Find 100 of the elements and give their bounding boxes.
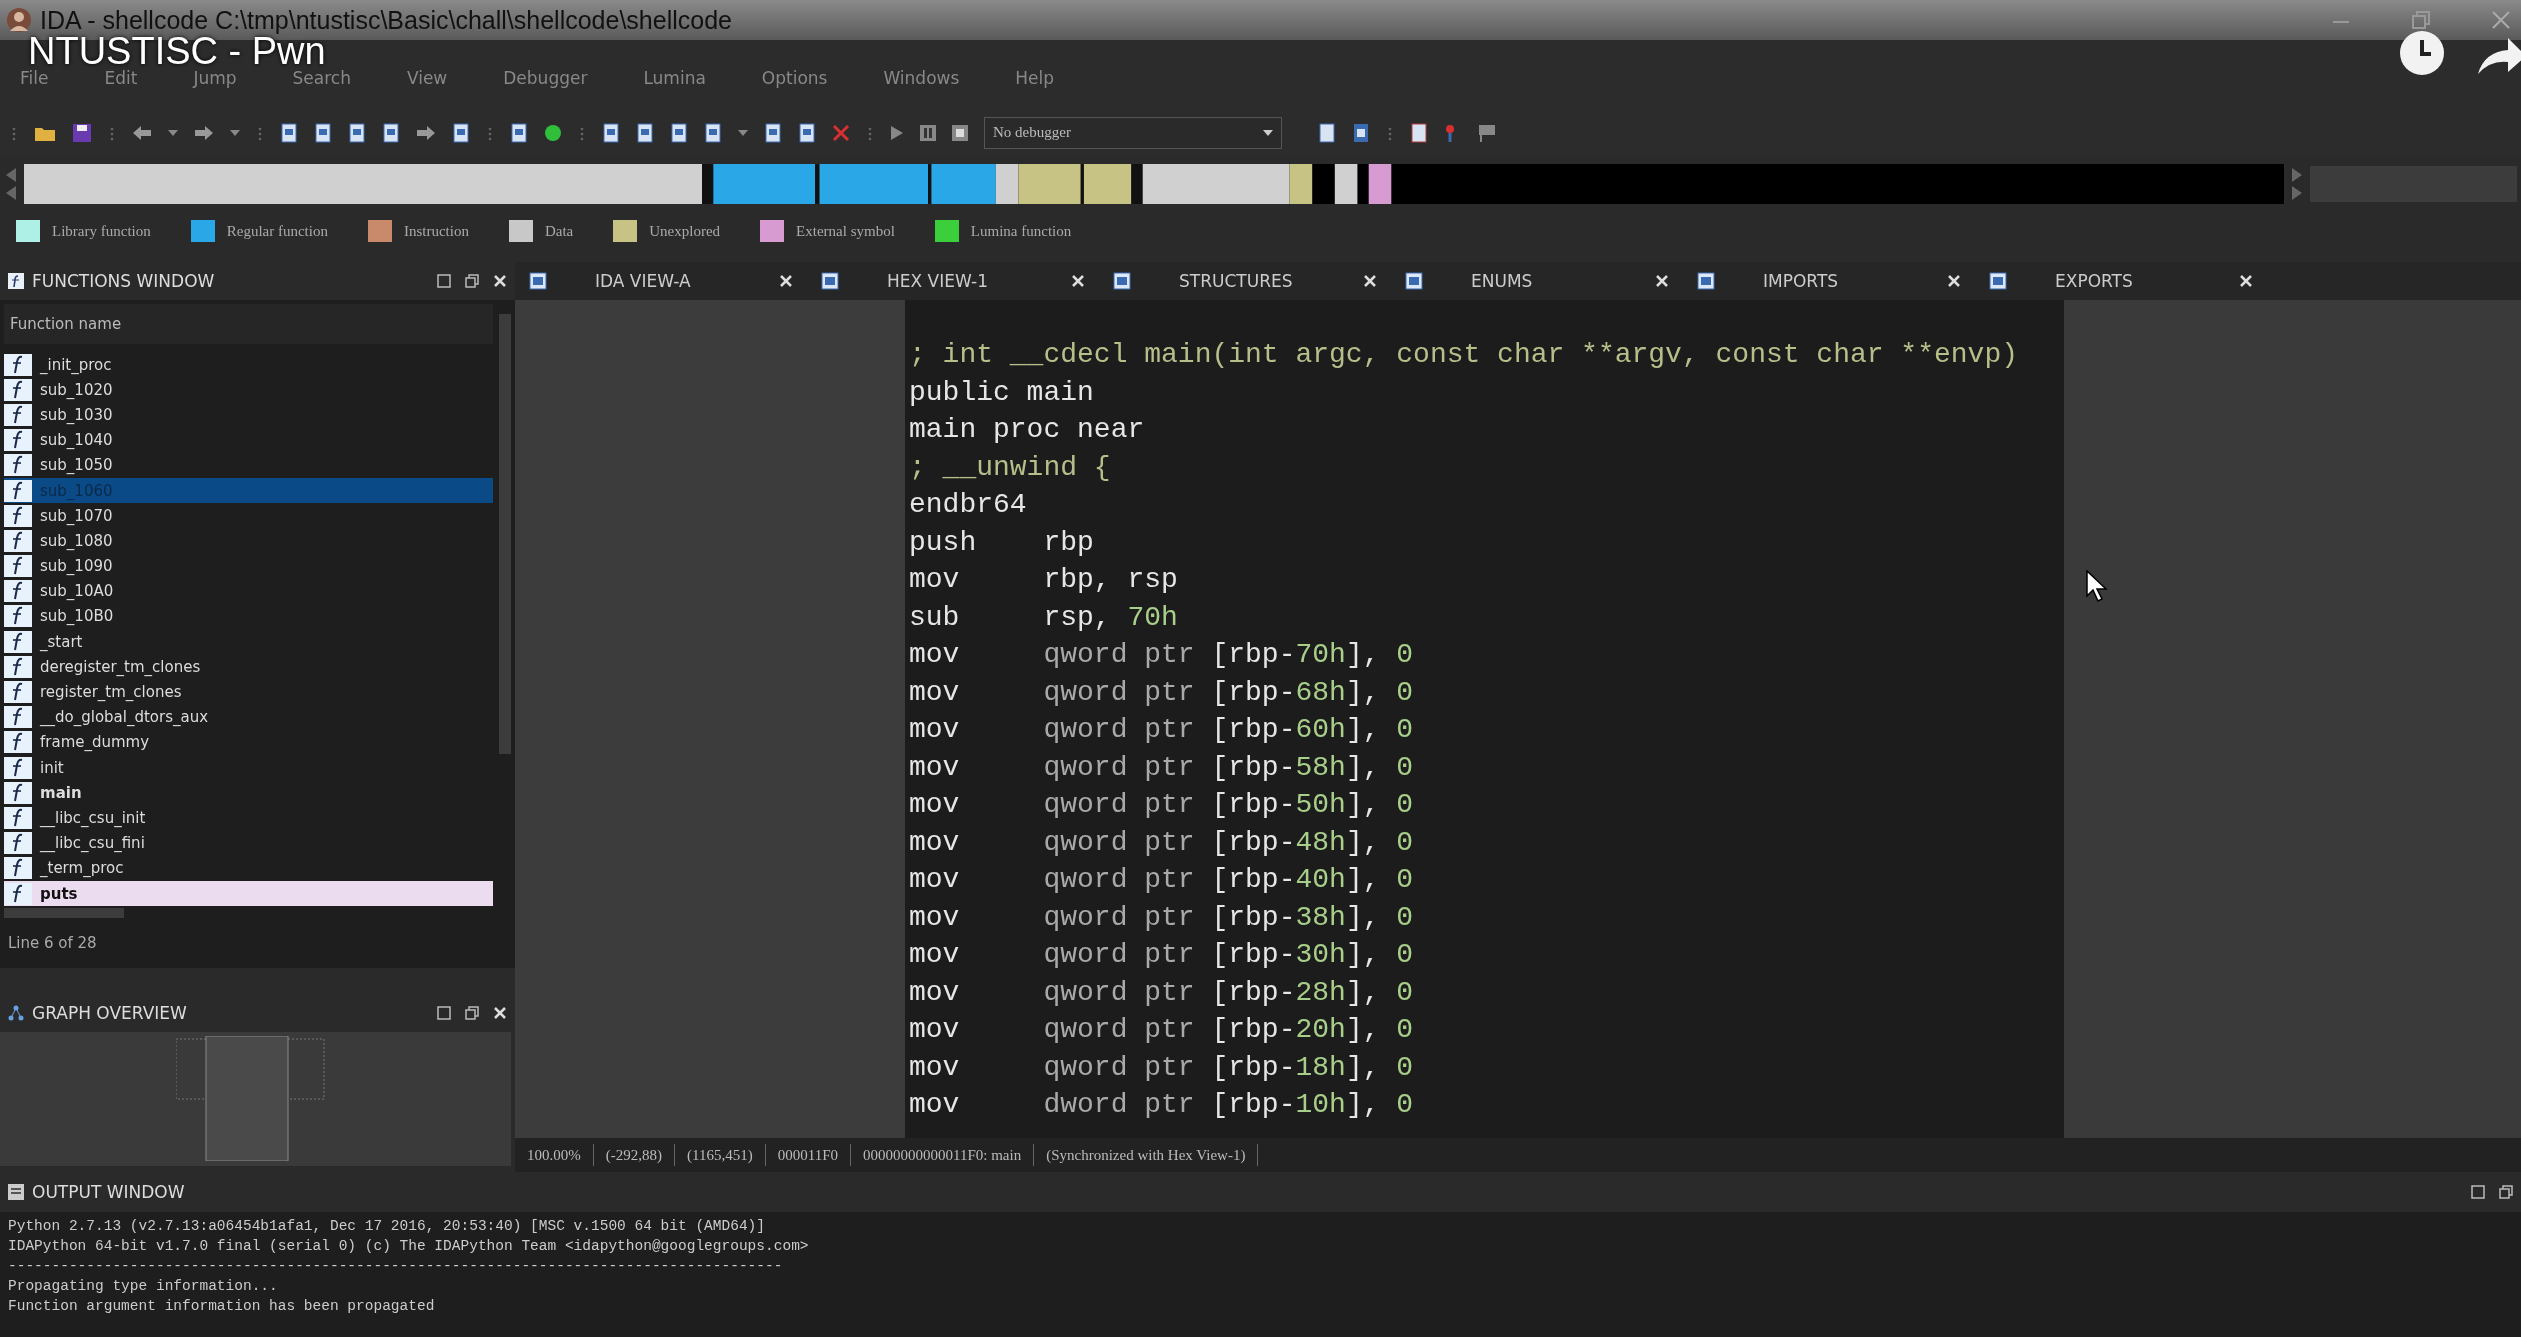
forward-arrow-icon[interactable] [194,124,214,141]
function-icon [4,504,32,527]
flag-icon[interactable] [1478,122,1498,143]
menu-item[interactable]: Help [1015,62,1055,88]
function-icon [4,681,32,704]
function-icon [8,273,24,289]
code-comment: ; int __cdecl main(int argc, const char **argv, const char **envp) [909,339,2018,371]
function-row[interactable]: sub_1080 [4,528,493,554]
instruction-mnemonic: mov [909,676,961,708]
function-icon [4,403,32,426]
save-icon[interactable] [72,122,92,143]
document-icon[interactable] [798,122,816,143]
menu-item[interactable]: Options [761,62,828,88]
instruction-mnemonic: mov [909,1089,961,1121]
instruction-operands: qword ptr [rbp-68h], 0 [1043,676,1414,708]
line-count: Line 6 of 28 [0,918,515,969]
scrollbar-thumb[interactable] [499,314,511,754]
maximize-icon[interactable] [437,1006,451,1021]
pause-icon[interactable] [920,124,936,141]
circle-icon[interactable] [544,123,562,142]
function-row[interactable]: __libc_csu_init [4,805,493,831]
function-row[interactable]: init [4,755,493,781]
menu-item[interactable]: Lumina [643,62,706,88]
instruction-mnemonic: mov [909,639,961,671]
function-row[interactable]: sub_10B0 [4,603,493,630]
instruction-operands: dword ptr [rbp-10h], 0 [1043,1089,1414,1121]
function-row[interactable]: deregister_tm_clones [4,654,493,680]
arrow-left-icon[interactable] [4,165,18,202]
function-row[interactable]: sub_1020 [4,377,493,403]
document-icon[interactable] [452,122,470,143]
status-field: 100.00% [515,1144,594,1166]
document-icon[interactable] [704,122,722,143]
debugger-select[interactable]: No debugger [984,116,1282,149]
document-icon[interactable] [602,122,620,143]
restore-icon[interactable] [465,1006,479,1021]
status-field: 000011F0 [765,1144,851,1166]
code-comment: ; __unwind { [909,451,1111,483]
function-icon [4,655,32,678]
document-icon[interactable] [314,122,332,143]
output-icon [8,1184,24,1200]
status-field: (Synchronized with Hex View-1) [1034,1144,1259,1166]
legend-label: Lumina function [970,222,1072,240]
function-row[interactable]: puts [4,880,493,907]
navigation-band-drawing[interactable] [24,163,2284,204]
instruction-operands: qword ptr [rbp-70h], 0 [1043,639,1414,671]
instruction-operands: qword ptr [rbp-28h], 0 [1043,976,1414,1008]
back-arrow-icon[interactable] [132,124,152,141]
function-icon [4,630,32,653]
function-row[interactable]: _init_proc [4,352,493,378]
tab-icon [1989,272,2007,290]
tab-icon [1113,272,1131,290]
scrollbar-thumb[interactable] [4,908,124,919]
panel-title: FUNCTIONS WINDOW [32,271,215,291]
function-row[interactable]: sub_10A0 [4,578,493,604]
menu-item[interactable]: View [406,62,448,88]
menu-item[interactable]: Windows [883,62,960,88]
forward-arrow-icon[interactable] [416,124,436,141]
function-row[interactable]: _term_proc [4,855,493,881]
function-row[interactable]: sub_1040 [4,427,493,453]
function-row[interactable]: frame_dummy [4,729,493,755]
function-row[interactable]: __libc_csu_fini [4,830,493,856]
function-row[interactable]: sub_1030 [4,402,493,428]
document-icon[interactable] [382,122,400,143]
stop-icon[interactable] [952,124,968,141]
function-row[interactable]: register_tm_clones [4,679,493,705]
share-icon[interactable] [2478,36,2521,76]
play-icon[interactable] [890,124,904,141]
document-icon[interactable] [670,122,688,143]
instruction-mnemonic: mov [909,939,961,971]
maximize-icon[interactable] [437,274,451,288]
tab-icon [1405,272,1423,290]
restore-icon[interactable] [2499,1185,2513,1199]
document-icon[interactable] [636,122,654,143]
caret-icon[interactable] [230,129,240,136]
document-icon[interactable] [764,122,782,143]
document-icon[interactable] [1318,122,1336,143]
arrow-right-icon[interactable] [2290,165,2304,202]
function-row[interactable]: sub_1070 [4,503,493,529]
document-icon[interactable] [510,122,528,143]
document-icon[interactable] [1410,122,1428,143]
function-row[interactable]: _start [4,629,493,655]
menu-item[interactable]: Debugger [503,62,588,88]
caret-icon[interactable] [738,129,748,136]
instruction-mnemonic: mov [909,976,961,1008]
cross-icon[interactable] [832,123,850,142]
function-row[interactable]: sub_1050 [4,452,493,478]
function-row[interactable]: sub_1090 [4,553,493,579]
status-field: (1165,451) [675,1144,766,1166]
column-header[interactable]: Function name [4,304,493,344]
instruction-operands: qword ptr [rbp-58h], 0 [1043,751,1414,783]
document-icon[interactable] [280,122,298,143]
document-icon[interactable] [1352,122,1370,143]
instruction-operands: qword ptr [rbp-18h], 0 [1043,1051,1414,1083]
clock-icon[interactable] [2399,30,2445,76]
maximize-icon[interactable] [2471,1185,2485,1199]
restore-icon[interactable] [465,274,479,288]
function-row[interactable]: __do_global_dtors_aux [4,704,493,730]
caret-icon[interactable] [168,129,178,136]
document-icon[interactable] [348,122,366,143]
function-row[interactable]: main [4,780,493,806]
